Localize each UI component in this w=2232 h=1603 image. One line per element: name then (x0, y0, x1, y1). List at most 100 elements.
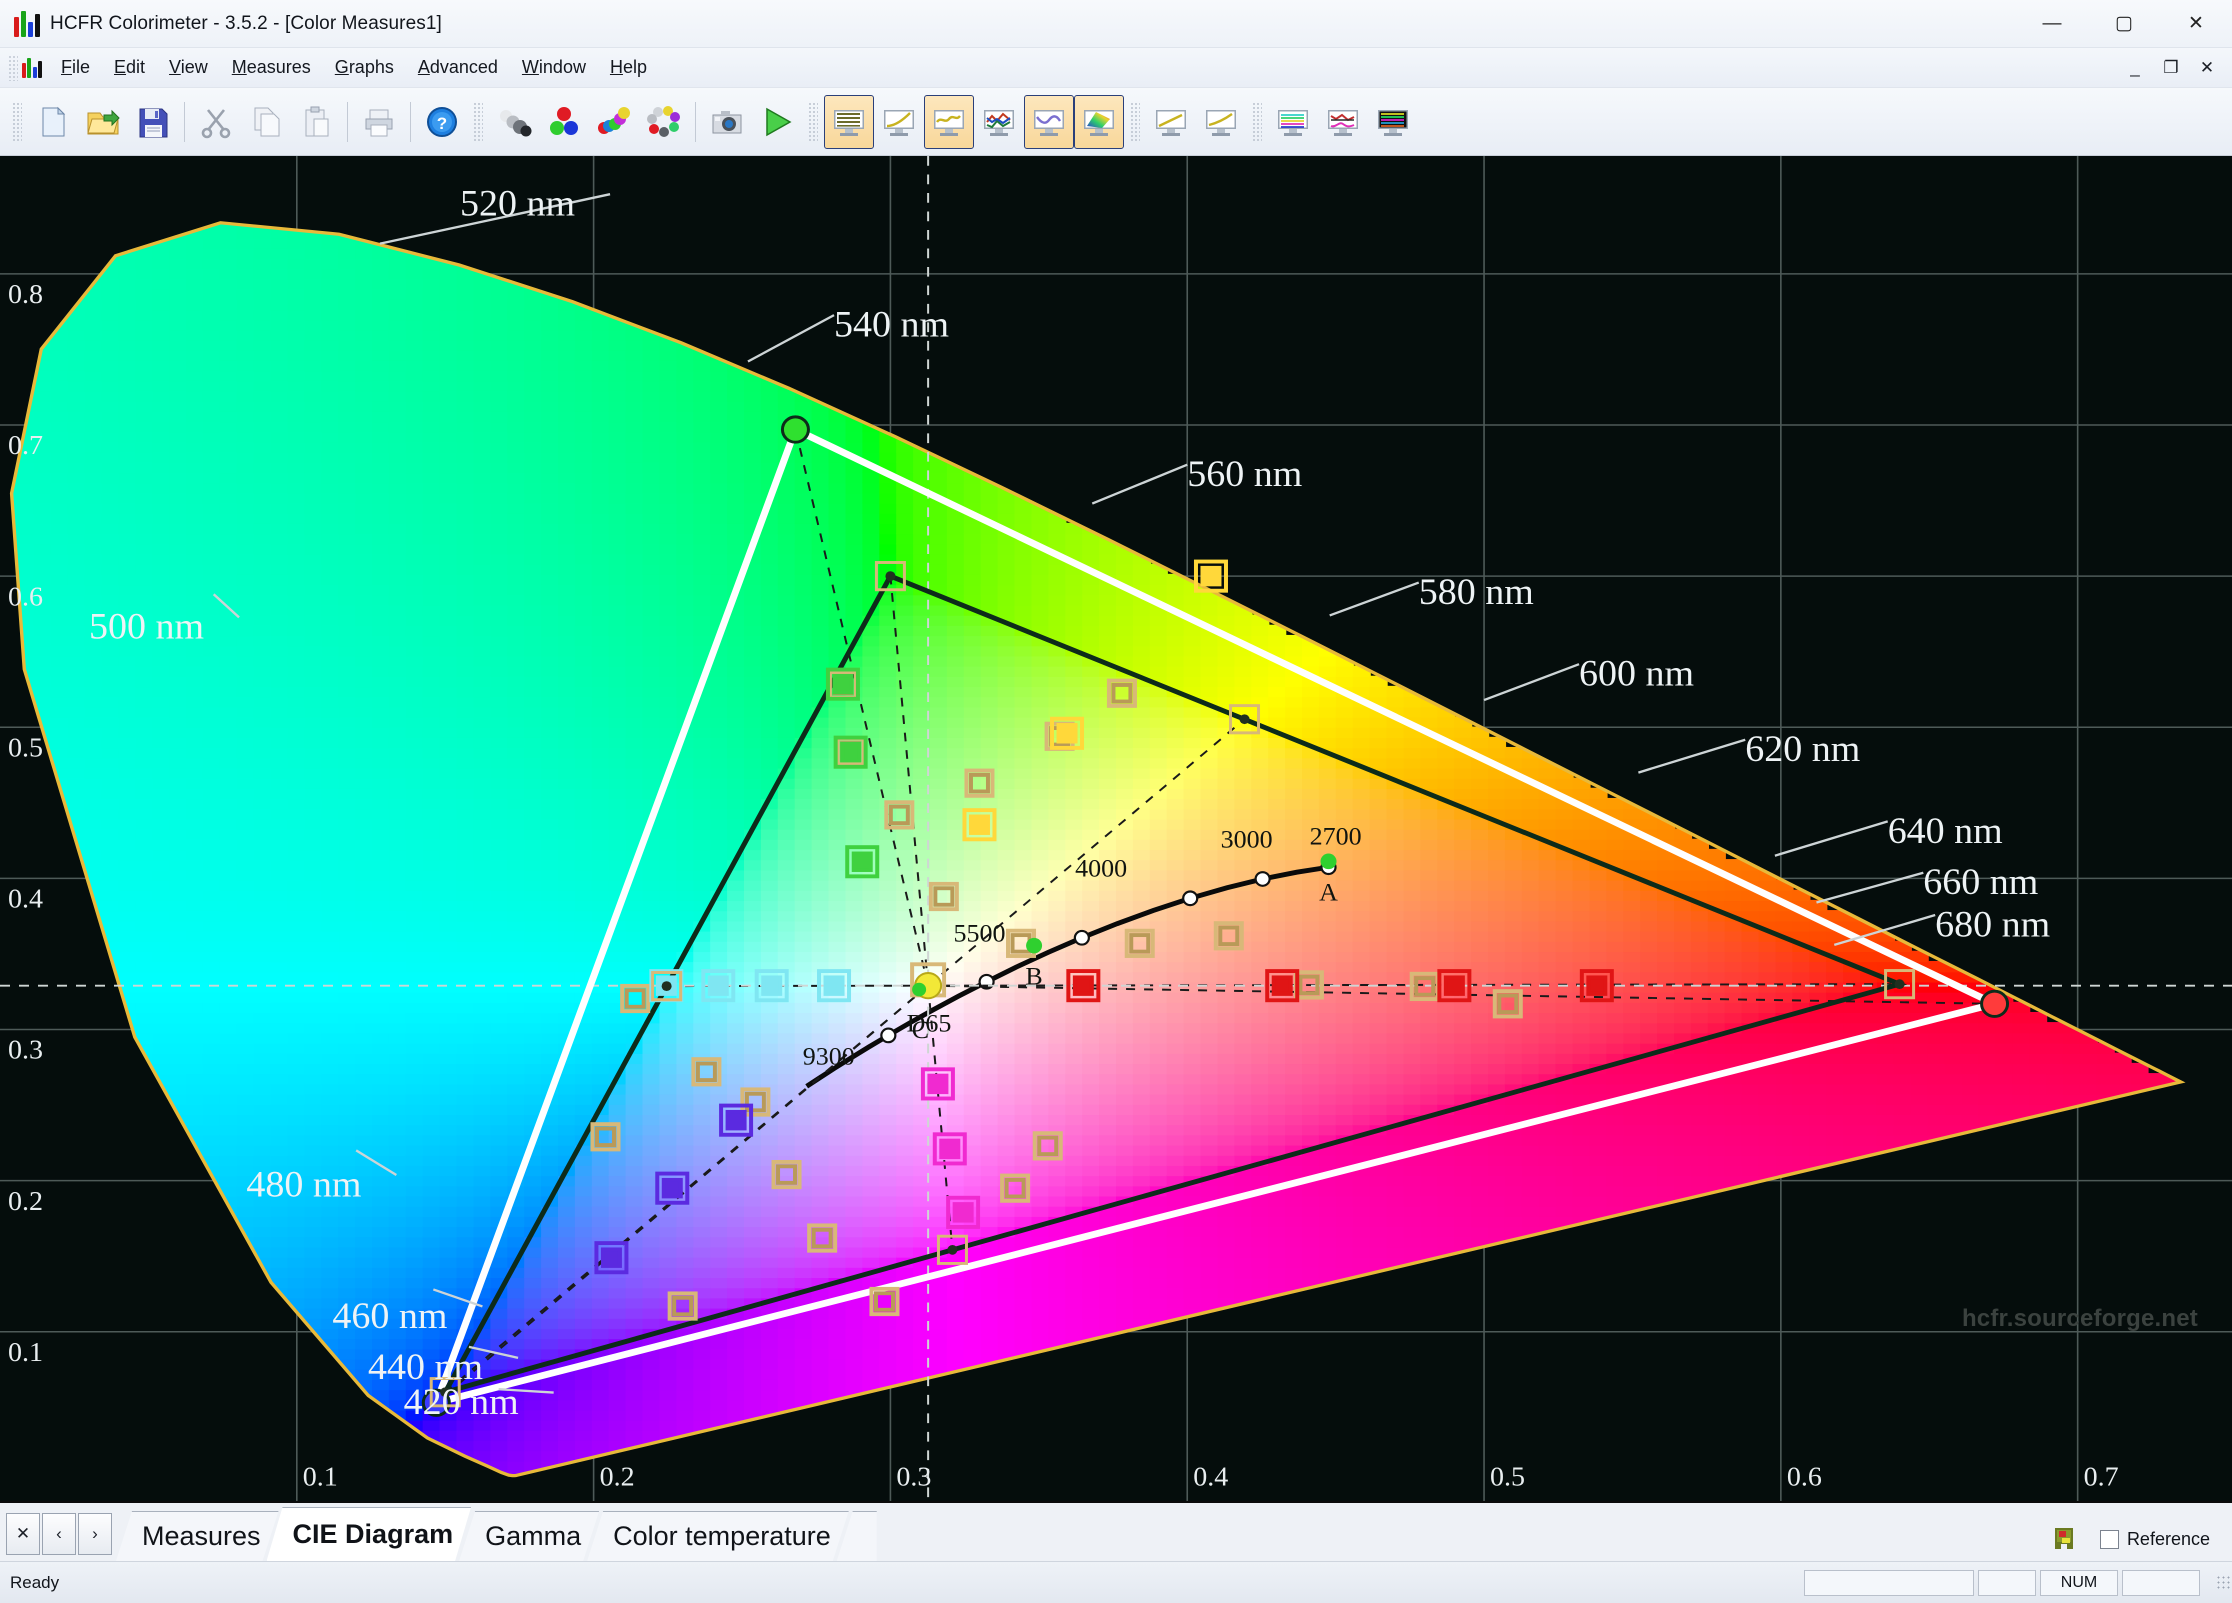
toolbar-drag-handle[interactable] (1252, 101, 1262, 142)
reference-checkbox[interactable]: Reference (2099, 1528, 2210, 1550)
cie-chromaticity-chart[interactable]: 0.1 0.2 0.3 0.4 0.5 0.6 0.7 0.1 0.2 0.3 0.4 0.5 0.6 0… (0, 156, 2232, 1501)
open-folder-button[interactable] (78, 95, 128, 149)
marker-red-saturations-core (1072, 975, 1094, 996)
reference-checkbox-box[interactable] (2099, 1529, 2119, 1549)
illuminant-label: C (912, 1015, 929, 1044)
save-disk-button[interactable] (128, 95, 178, 149)
monitor-signal-peaks-button[interactable] (1318, 95, 1368, 149)
toolbar-drag-handle[interactable] (12, 101, 22, 142)
menu-advanced[interactable]: Advanced (407, 51, 509, 84)
camera-capture-button[interactable] (702, 95, 752, 149)
help-question-button[interactable]: ? (417, 95, 467, 149)
paste-clipboard-button[interactable] (291, 95, 341, 149)
status-message: Ready (10, 1572, 60, 1592)
marker-red-saturations-core (1271, 975, 1293, 996)
x-axis-tick-label: 0.6 (1787, 1461, 1822, 1492)
menu-drag-handle[interactable] (8, 54, 18, 81)
close-button[interactable]: ✕ (2160, 0, 2232, 48)
reference-checkbox-label: Reference (2126, 1528, 2210, 1549)
view-tab-strip: ✕ ‹ › Measures CIE Diagram Gamma Color temp… (0, 1501, 2232, 1561)
measured-primary-green (780, 415, 810, 444)
cie-diagram-panel[interactable]: 0.1 0.2 0.3 0.4 0.5 0.6 0.7 0.1 0.2 0.3 0.4 0.5 0.6 0… (0, 156, 2232, 1501)
tab-next-button[interactable]: › (78, 1513, 112, 1555)
marker-yellow-saturations-core (1200, 565, 1222, 587)
marker-cyan-saturations-core (823, 975, 845, 996)
marker-blue-saturations-core (600, 1247, 622, 1268)
tab-measures[interactable]: Measures (116, 1511, 279, 1561)
monitor-color-temp-button[interactable] (1024, 94, 1074, 149)
measured-white-marker (912, 982, 927, 997)
wavelength-leader-line (1774, 820, 1889, 857)
cut-scissors-button[interactable] (191, 95, 241, 149)
toolbar-separator (184, 101, 185, 142)
y-axis-tick-label: 0.2 (8, 1185, 43, 1216)
menu-edit[interactable]: Edit (103, 51, 156, 84)
print-icon (365, 109, 393, 136)
tab-close-button[interactable]: ✕ (6, 1513, 40, 1555)
copy-button[interactable] (241, 95, 291, 149)
tab-list: Measures CIE Diagram Gamma Color temperatur… (116, 1505, 877, 1561)
marker-magenta-saturations-core (939, 1138, 961, 1160)
monitor-luminance-button[interactable] (1146, 95, 1196, 149)
menu-window[interactable]: Window (511, 51, 597, 84)
minimize-button[interactable]: — (2016, 0, 2088, 48)
status-pane-3 (2122, 1569, 2200, 1596)
menu-view[interactable]: View (158, 51, 219, 84)
monitor-spectrum-lines-button[interactable] (1268, 95, 1318, 149)
window-resize-grip[interactable] (2216, 1574, 2232, 1591)
x-axis-tick-label: 0.2 (600, 1461, 635, 1492)
wavelength-label: 500 nm (89, 607, 204, 647)
monitor-gamma-alt-button[interactable] (1196, 95, 1246, 149)
run-play-button[interactable] (752, 95, 802, 149)
grayscale-spheres-button[interactable] (489, 95, 539, 149)
menu-graphs[interactable]: Graphs (324, 51, 405, 84)
x-axis-tick-label: 0.7 (2084, 1461, 2119, 1492)
monitor-spectrum-lines-icon (1278, 109, 1308, 136)
copy-icon (254, 107, 280, 136)
y-axis-tick-label: 0.4 (8, 883, 43, 914)
run-play-icon (766, 107, 792, 136)
mdi-close-button[interactable]: ✕ (2196, 58, 2218, 78)
monitor-measures-table-button[interactable] (824, 94, 874, 149)
wavelength-label: 640 nm (1888, 811, 2003, 851)
status-pane-1 (1978, 1569, 2036, 1596)
mdi-minimize-button[interactable]: _ (2124, 58, 2146, 78)
blackbody-temp-label: 2700 (1310, 822, 1362, 851)
marker-yellow-saturations-core (968, 814, 990, 835)
monitor-cie-diagram-button[interactable] (1074, 94, 1124, 149)
colorchecker-spheres-button[interactable] (639, 95, 689, 149)
toolbar-drag-handle[interactable] (1130, 101, 1140, 142)
print-button[interactable] (354, 95, 404, 149)
menu-help[interactable]: Help (599, 51, 658, 84)
maximize-button[interactable]: ▢ (2088, 0, 2160, 48)
marker-green-saturations-core (832, 673, 854, 695)
wavelength-leader-line (747, 314, 835, 363)
save-disk-icon (139, 108, 168, 137)
toolbar-separator (695, 101, 696, 142)
menu-measures[interactable]: Measures (221, 51, 322, 84)
mdi-restore-button[interactable]: ❐ (2160, 58, 2182, 78)
wavelength-leader-line (1483, 663, 1580, 702)
menu-file[interactable]: File (50, 51, 101, 84)
hcfr-application-window: HCFR Colorimeter - 3.5.2 - [Color Measur… (0, 0, 2232, 1603)
target-marker-dot (1239, 714, 1250, 725)
tab-prev-button[interactable]: ‹ (42, 1513, 76, 1555)
tab-color-temperature[interactable]: Color temperature (587, 1511, 849, 1561)
watermark-label: hcfr.sourceforge.net (1961, 1305, 2198, 1332)
toolbar-drag-handle[interactable] (808, 101, 818, 142)
monitor-signal-peaks-icon (1328, 109, 1358, 136)
flag-icon[interactable] (2050, 1525, 2078, 1553)
monitor-multi-curve-button[interactable] (974, 95, 1024, 149)
wavelength-label: 480 nm (246, 1165, 361, 1205)
monitor-gamma-curve-button[interactable] (874, 95, 924, 149)
primaries-rgb-spheres-button[interactable] (539, 95, 589, 149)
toolbar-drag-handle[interactable] (473, 101, 483, 142)
tab-gamma[interactable]: Gamma (459, 1511, 599, 1561)
monitor-dark-spectrum-icon (1378, 109, 1408, 136)
tab-cie-diagram[interactable]: CIE Diagram (267, 1507, 472, 1561)
new-document-button[interactable] (28, 95, 78, 149)
saturations-spheres-button[interactable] (589, 95, 639, 149)
monitor-dark-spectrum-button[interactable] (1368, 95, 1418, 149)
cut-scissors-icon (201, 108, 231, 138)
monitor-rgb-levels-button[interactable] (924, 94, 974, 149)
